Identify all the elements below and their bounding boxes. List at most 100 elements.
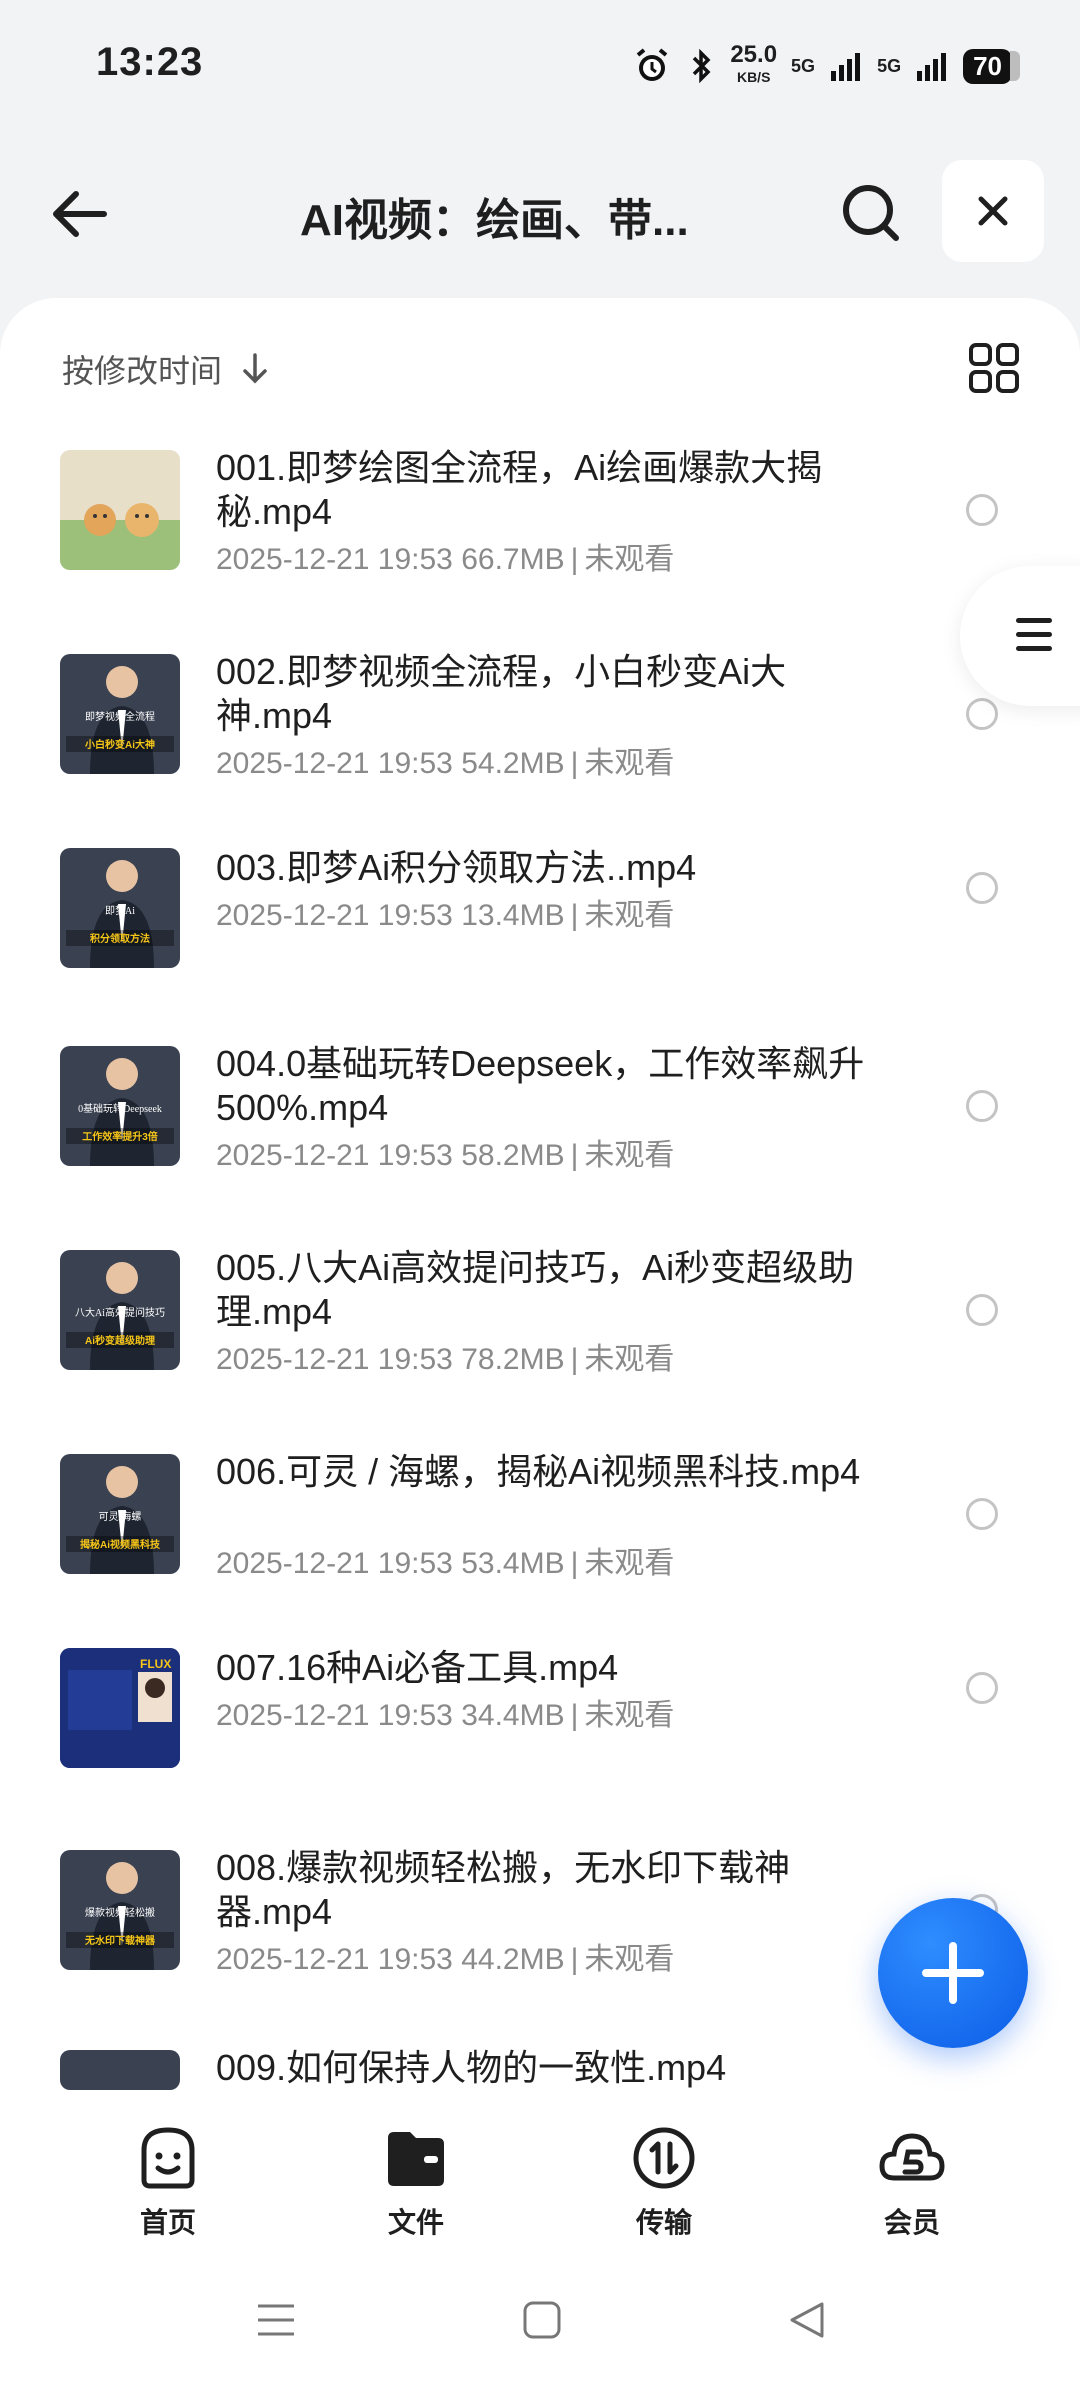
watch-status: 未观看 bbox=[584, 1547, 675, 1580]
home-nav-icon[interactable] bbox=[522, 2300, 562, 2340]
svg-text:0基础玩转Deepseek: 0基础玩转Deepseek bbox=[78, 1102, 162, 1115]
plus-icon bbox=[922, 1942, 984, 2004]
video-thumbnail: 可灵/海螺揭秘Ai视频黑科技 bbox=[60, 1454, 180, 1574]
presenter-thumbnail-image: 爆款视频轻松搬无水印下载神器 bbox=[60, 1850, 180, 1970]
meta-divider: | bbox=[570, 747, 579, 780]
tab-vip-label: 会员 bbox=[883, 2207, 940, 2238]
signal-icon-2 bbox=[917, 53, 947, 81]
file-size: 58.2MB bbox=[461, 1139, 565, 1172]
file-meta: 2025-12-21 19:53 34.4MB | 未观看 bbox=[216, 1690, 674, 1734]
close-button[interactable] bbox=[942, 160, 1044, 262]
svg-text:小白秒变Ai大神: 小白秒变Ai大神 bbox=[84, 738, 155, 751]
transfer-icon bbox=[633, 2127, 695, 2189]
select-radio[interactable] bbox=[966, 1672, 998, 1704]
svg-text:可灵/海螺: 可灵/海螺 bbox=[99, 1510, 142, 1523]
file-name: 004.0基础玩转Deepseek，工作效率飙升500%.mp4 bbox=[216, 1043, 865, 1128]
meta-divider: | bbox=[570, 1943, 579, 1976]
svg-text:即梦Ai: 即梦Ai bbox=[105, 905, 135, 917]
meta-divider: | bbox=[570, 899, 579, 932]
video-thumbnail: FLUX bbox=[60, 1648, 180, 1768]
back-arrow-icon[interactable] bbox=[44, 178, 116, 250]
file-row[interactable]: 001.即梦绘图全流程，Ai绘画爆款大揭秘.mp4 2025-12-21 19:5… bbox=[0, 447, 1080, 654]
net-speed: 25.0 KB/S bbox=[730, 41, 778, 86]
select-radio[interactable] bbox=[966, 494, 998, 526]
file-size: 44.2MB bbox=[461, 1943, 565, 1976]
file-name: 008.爆款视频轻松搬，无水印下载神器.mp4 bbox=[216, 1847, 791, 1932]
file-name: 001.即梦绘图全流程，Ai绘画爆款大揭秘.mp4 bbox=[216, 447, 823, 532]
file-date: 2025-12-21 19:53 bbox=[216, 899, 453, 932]
file-name: 002.即梦视频全流程，小白秒变Ai大神.mp4 bbox=[216, 651, 787, 736]
select-radio[interactable] bbox=[966, 872, 998, 904]
file-meta: 2025-12-21 19:53 54.2MB | 未观看 bbox=[216, 738, 674, 782]
meta-divider: | bbox=[570, 543, 579, 576]
file-row[interactable]: 0基础玩转Deepseek 工作效率提升3倍 004.0基础玩转Deepseek，工… bbox=[0, 1043, 1080, 1250]
video-thumbnail: 即梦Ai 积分领取方法 bbox=[60, 848, 180, 968]
file-name: 007.16种Ai必备工具.mp4 bbox=[216, 1647, 619, 1688]
svg-text:八大Ai高效提问技巧: 八大Ai高效提问技巧 bbox=[75, 1306, 165, 1319]
video-thumbnail: 爆款视频轻松搬 无水印下载神器 bbox=[60, 1850, 180, 1970]
meta-divider: | bbox=[570, 1547, 579, 1580]
file-row[interactable]: FLUX 007.16种Ai必备工具.mp4 2025-12-21 19:53 34… bbox=[0, 1647, 1080, 1854]
select-radio[interactable] bbox=[966, 1090, 998, 1122]
file-date: 2025-12-21 19:53 bbox=[216, 1699, 453, 1732]
svg-text:即梦视频全流程: 即梦视频全流程 bbox=[85, 710, 155, 723]
status-time: 13:23 bbox=[96, 40, 204, 84]
select-radio[interactable] bbox=[966, 1498, 998, 1530]
page-title: AI视频：绘画、带... bbox=[300, 196, 689, 245]
folder-icon bbox=[388, 2132, 444, 2186]
tab-files[interactable]: 文件 bbox=[356, 2122, 476, 2241]
watch-status: 未观看 bbox=[584, 899, 675, 932]
menu-icon bbox=[1016, 618, 1052, 660]
tab-home-label: 首页 bbox=[139, 2207, 196, 2238]
tab-home[interactable]: 首页 bbox=[108, 2122, 228, 2241]
signal-label-2: 5G bbox=[877, 55, 902, 76]
file-meta: 2025-12-21 19:53 78.2MB | 未观看 bbox=[216, 1334, 674, 1378]
tab-transfer[interactable]: 传输 bbox=[604, 2122, 724, 2241]
file-name: 003.即梦Ai积分领取方法..mp4 bbox=[216, 847, 697, 888]
file-date: 2025-12-21 19:53 bbox=[216, 1139, 453, 1172]
file-name: 006.可灵 / 海螺，揭秘Ai视频黑科技.mp4 bbox=[216, 1451, 861, 1492]
presenter-thumbnail-image: 即梦视频全流程小白秒变Ai大神 bbox=[60, 654, 180, 774]
svg-text:无水印下载神器: 无水印下载神器 bbox=[84, 1934, 156, 1947]
file-row[interactable]: 即梦视频全流程 小白秒变Ai大神 002.即梦视频全流程，小白秒变Ai大神.mp4 2… bbox=[0, 651, 1080, 858]
file-size: 13.4MB bbox=[461, 899, 565, 932]
file-meta: 2025-12-21 19:53 58.2MB | 未观看 bbox=[216, 1130, 674, 1174]
add-button[interactable] bbox=[878, 1898, 1028, 2048]
video-thumbnail: 即梦视频全流程 小白秒变Ai大神 bbox=[60, 654, 180, 774]
file-meta: 2025-12-21 19:53 53.4MB | 未观看 bbox=[216, 1538, 674, 1582]
file-row[interactable]: 可灵/海螺揭秘Ai视频黑科技 006.可灵 / 海螺，揭秘Ai视频黑科技.mp4 2… bbox=[0, 1451, 1080, 1658]
sort-selector[interactable]: 按修改时间 bbox=[62, 346, 270, 392]
watch-status: 未观看 bbox=[584, 1343, 675, 1376]
svg-text:积分领取方法: 积分领取方法 bbox=[90, 932, 150, 945]
tab-files-label: 文件 bbox=[387, 2207, 444, 2238]
svg-text:揭秘Ai视频黑科技: 揭秘Ai视频黑科技 bbox=[80, 1538, 161, 1551]
presenter-thumbnail-image: 八大Ai高效提问技巧 Ai秒变超级助理 bbox=[60, 1250, 180, 1370]
tools-collage-image: FLUX bbox=[60, 1648, 180, 1768]
select-radio[interactable] bbox=[966, 1294, 998, 1326]
presenter-thumbnail-image: 0基础玩转Deepseek 工作效率提升3倍 bbox=[60, 1046, 180, 1166]
video-thumbnail: 0基础玩转Deepseek 工作效率提升3倍 bbox=[60, 1046, 180, 1166]
file-name: 005.八大Ai高效提问技巧，Ai秒变超级助理.mp4 bbox=[216, 1247, 855, 1332]
file-meta: 2025-12-21 19:53 13.4MB | 未观看 bbox=[216, 890, 674, 934]
grid-view-icon[interactable] bbox=[968, 342, 1020, 394]
file-row[interactable]: 八大Ai高效提问技巧 Ai秒变超级助理 005.八大Ai高效提问技巧，Ai秒变超级助… bbox=[0, 1247, 1080, 1454]
meta-divider: | bbox=[570, 1699, 579, 1732]
file-date: 2025-12-21 19:53 bbox=[216, 543, 453, 576]
tab-vip[interactable]: 会员 bbox=[852, 2122, 972, 2241]
tab-transfer-label: 传输 bbox=[635, 2207, 692, 2238]
file-name: 009.如何保持人物的一致性.mp4 bbox=[216, 2047, 727, 2088]
recent-apps-icon[interactable] bbox=[256, 2300, 296, 2340]
status-bar: 13:23 25.0 KB/S 5G 5G 70 bbox=[0, 0, 1080, 130]
file-date: 2025-12-21 19:53 bbox=[216, 747, 453, 780]
watch-status: 未观看 bbox=[584, 543, 675, 576]
file-size: 78.2MB bbox=[461, 1343, 565, 1376]
svg-text:爆款视频轻松搬: 爆款视频轻松搬 bbox=[85, 1906, 155, 1919]
back-nav-icon[interactable] bbox=[788, 2300, 828, 2340]
system-nav-bar bbox=[0, 2248, 1080, 2392]
select-radio[interactable] bbox=[966, 698, 998, 730]
file-size: 53.4MB bbox=[461, 1547, 565, 1580]
smile-face-icon bbox=[141, 2127, 195, 2189]
search-icon[interactable] bbox=[836, 178, 908, 250]
file-row[interactable]: 009.如何保持人物的一致性.mp4 bbox=[0, 2047, 1080, 2098]
file-row[interactable]: 即梦Ai 积分领取方法 003.即梦Ai积分领取方法..mp4 2025-12-21 … bbox=[0, 847, 1080, 1054]
